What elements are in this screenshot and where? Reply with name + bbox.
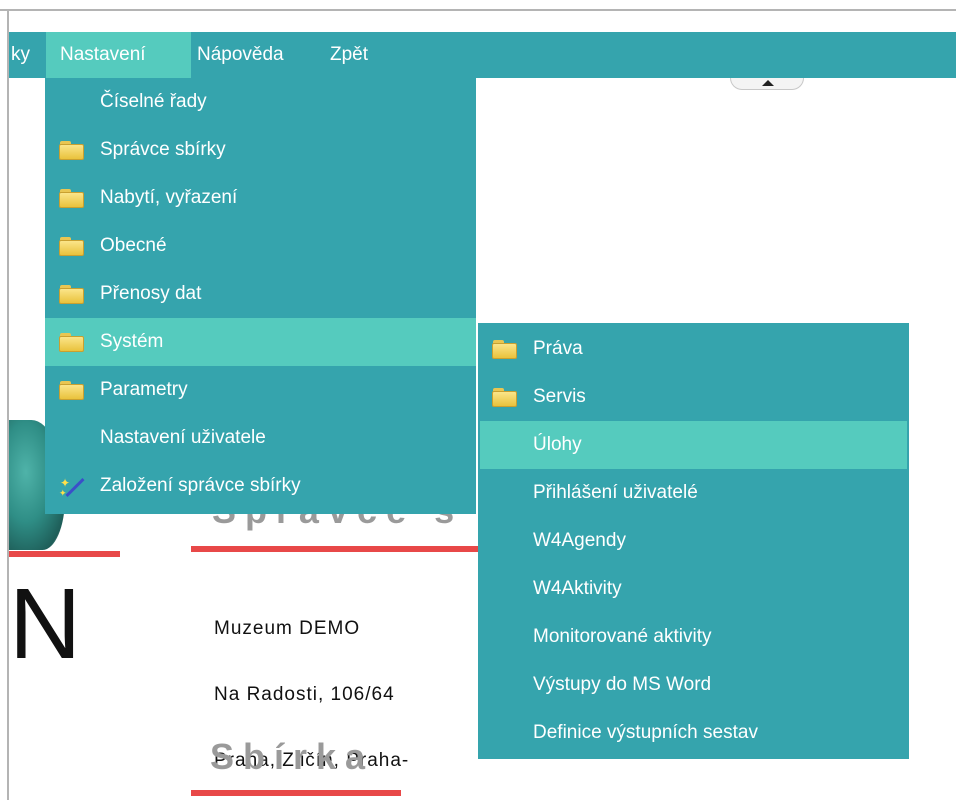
menu-item-label: Obecné xyxy=(100,235,167,256)
system-item-ms-word-outputs[interactable]: Výstupy do MS Word xyxy=(478,661,909,709)
settings-item-parameters[interactable]: Parametry xyxy=(45,366,476,414)
settings-item-data-transfer[interactable]: Přenosy dat xyxy=(45,270,476,318)
menu-item-label: Založení správce sbírky xyxy=(100,475,301,496)
system-item-tasks[interactable]: Úlohy xyxy=(480,421,907,469)
menu-item-label: Nabytí, vyřazení xyxy=(100,187,238,208)
system-item-monitored-activities[interactable]: Monitorované aktivity xyxy=(478,613,909,661)
menu-item-label: Systém xyxy=(100,331,164,352)
folder-icon xyxy=(59,237,85,257)
menu-item-label: Číselné řady xyxy=(100,91,207,112)
menu-item-label: Definice výstupních sestav xyxy=(533,722,758,743)
menu-records[interactable]: ky xyxy=(9,32,38,78)
scroll-up-tab[interactable] xyxy=(730,78,804,90)
settings-item-acquisition[interactable]: Nabytí, vyřazení xyxy=(45,174,476,222)
window-left-border xyxy=(0,11,9,800)
main-menubar: ky Nastavení Nápověda Zpět xyxy=(9,32,956,78)
window-top-border xyxy=(0,0,956,11)
system-item-logged-users[interactable]: Přihlášení uživatelé xyxy=(478,469,909,517)
settings-dropdown: Číselné řady Správce sbírky Nabytí, vyřa… xyxy=(45,78,476,514)
magic-wand-icon: ✦ ✦ xyxy=(59,477,85,498)
address-line-name: Muzeum DEMO xyxy=(214,618,361,639)
folder-icon xyxy=(492,340,518,360)
menu-item-label: Servis xyxy=(533,386,586,407)
folder-icon xyxy=(492,388,518,408)
menu-item-label: Nastavení uživatele xyxy=(100,427,266,448)
collection-underline xyxy=(191,790,401,796)
system-item-w4agendy[interactable]: W4Agendy xyxy=(478,517,909,565)
settings-item-collection-admin[interactable]: Správce sbírky xyxy=(45,126,476,174)
folder-icon xyxy=(59,285,85,305)
settings-item-number-series[interactable]: Číselné řady xyxy=(45,78,476,126)
settings-item-general[interactable]: Obecné xyxy=(45,222,476,270)
photo-underline xyxy=(9,551,120,557)
folder-icon xyxy=(59,141,85,161)
system-item-service[interactable]: Servis xyxy=(478,373,909,421)
menu-item-label: W4Agendy xyxy=(533,530,626,551)
system-submenu: Práva Servis Úlohy Přihlášení uživatelé … xyxy=(478,323,909,759)
collection-admin-underline xyxy=(191,546,481,552)
logo-letter: N xyxy=(9,568,82,680)
menu-item-label: Výstupy do MS Word xyxy=(533,674,712,695)
system-item-w4aktivity[interactable]: W4Aktivity xyxy=(478,565,909,613)
settings-item-user-settings[interactable]: Nastavení uživatele xyxy=(45,414,476,462)
menu-item-label: Monitorované aktivity xyxy=(533,626,712,647)
folder-icon xyxy=(59,189,85,209)
menu-item-label: Práva xyxy=(533,338,583,359)
menu-back[interactable]: Zpět xyxy=(322,32,376,78)
system-item-report-definitions[interactable]: Definice výstupních sestav xyxy=(478,709,909,757)
system-item-rights[interactable]: Práva xyxy=(478,325,909,373)
address-line-street: Na Radosti, 106/64 xyxy=(214,684,395,705)
scroll-up-arrow-icon xyxy=(762,80,774,86)
folder-icon xyxy=(59,333,85,353)
menu-settings[interactable]: Nastavení xyxy=(46,32,191,78)
menu-item-label: W4Aktivity xyxy=(533,578,622,599)
settings-item-create-admin[interactable]: ✦ ✦ Založení správce sbírky xyxy=(45,462,476,510)
menu-item-label: Parametry xyxy=(100,379,188,400)
menu-help[interactable]: Nápověda xyxy=(189,32,292,78)
menu-item-label: Přihlášení uživatelé xyxy=(533,482,698,503)
menu-item-label: Úlohy xyxy=(533,434,582,455)
collection-heading: Sbírka xyxy=(210,736,375,777)
menu-item-label: Správce sbírky xyxy=(100,139,226,160)
settings-item-system[interactable]: Systém xyxy=(45,318,476,366)
menu-item-label: Přenosy dat xyxy=(100,283,202,304)
folder-icon xyxy=(59,381,85,401)
